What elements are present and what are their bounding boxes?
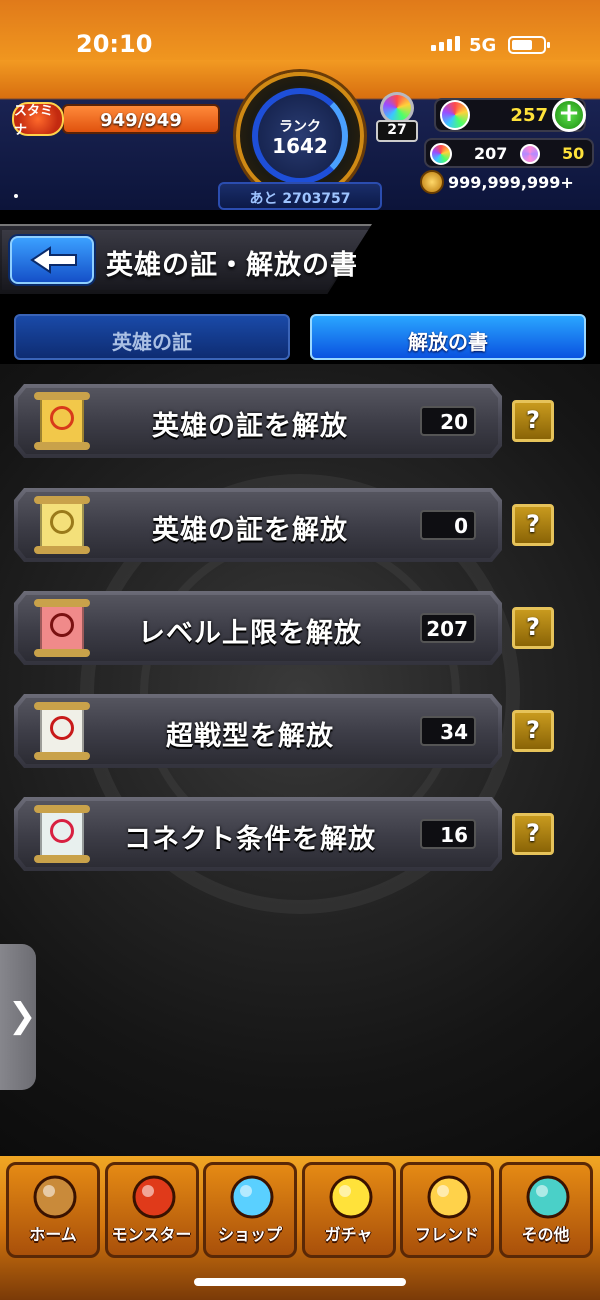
back-arrow-icon: [30, 246, 77, 274]
help-button[interactable]: ?: [512, 813, 554, 855]
other-menu-icon: [520, 1173, 576, 1221]
orb-breakdown: 207 50: [424, 138, 594, 168]
release-book-item[interactable]: コネクト条件を解放 16: [14, 797, 502, 871]
rank-value: 1642: [272, 134, 328, 158]
white-scroll-icon: [34, 700, 94, 762]
gold-scroll-icon: [34, 390, 94, 452]
gold-value: 999,999,999+: [448, 173, 574, 192]
silver-gold-scroll-icon: [34, 494, 94, 556]
orb-stock[interactable]: 27: [374, 90, 422, 142]
nav-item-2[interactable]: ショップ: [203, 1162, 297, 1258]
nav-item-0[interactable]: ホーム: [6, 1162, 100, 1258]
rainbow-orb-icon: [224, 1173, 280, 1221]
status-bar: 20:10 5G: [0, 0, 600, 60]
back-button[interactable]: [10, 236, 94, 284]
game-header: 949/949 スタミナ ランク 1642 あと 2703757 27 257 …: [0, 60, 600, 210]
nav-item-4[interactable]: フレンド: [400, 1162, 494, 1258]
special-orb-icon: [520, 144, 540, 164]
nav-label: その他: [521, 1225, 570, 1244]
stamina-meter: 949/949 スタミナ: [12, 100, 220, 140]
nav-label: ショップ: [217, 1225, 282, 1244]
item-count: 16: [420, 819, 476, 849]
item-count: 34: [420, 716, 476, 746]
home-indicator[interactable]: [194, 1278, 406, 1286]
gold-coin-icon: [420, 170, 444, 194]
connect-scroll-icon: [34, 803, 94, 865]
friends-icon: [421, 1173, 477, 1221]
help-button[interactable]: ?: [512, 710, 554, 752]
item-label: レベル上限を解放: [138, 618, 362, 649]
item-count: 207: [420, 613, 476, 643]
rank-progress-ring: ランク 1642: [252, 88, 348, 184]
gold-counter: 999,999,999+: [420, 170, 596, 196]
release-book-item[interactable]: 超戦型を解放 34: [14, 694, 502, 768]
decorative-dot: [14, 194, 18, 198]
stamina-icon: スタミナ: [12, 102, 64, 138]
nav-label: フレンド: [414, 1225, 479, 1244]
monster-icon: [126, 1173, 182, 1221]
item-label: 英雄の証を解放: [152, 411, 348, 442]
item-count: 20: [420, 406, 476, 436]
side-drawer-tab[interactable]: ❯: [0, 944, 37, 1090]
item-label: 英雄の証を解放: [152, 515, 348, 546]
orb-counter: 257 +: [434, 98, 586, 132]
battery-icon: [508, 36, 550, 54]
release-book-item[interactable]: レベル上限を解放 207: [14, 591, 502, 665]
red-scroll-icon: [34, 597, 94, 659]
orb-icon: [440, 100, 470, 130]
page-title: 英雄の証・解放の書: [106, 250, 358, 281]
item-label: コネクト条件を解放: [124, 824, 376, 855]
orb-count: 257: [510, 105, 548, 126]
chevron-right-icon: ❯: [8, 996, 37, 1036]
signal-icon: [431, 36, 460, 51]
status-time: 20:10: [76, 30, 153, 58]
release-book-item[interactable]: 英雄の証を解放 20: [14, 384, 502, 458]
orb-stock-count: 27: [376, 120, 418, 142]
nav-label: モンスター: [111, 1225, 192, 1244]
add-orbs-button[interactable]: +: [552, 98, 586, 132]
help-button[interactable]: ?: [512, 504, 554, 546]
tab-release-book[interactable]: 解放の書: [310, 314, 586, 360]
free-orb-icon: [430, 143, 452, 165]
nav-item-5[interactable]: その他: [498, 1162, 593, 1258]
nav-label: ガチャ: [324, 1225, 373, 1244]
item-count: 0: [420, 510, 476, 540]
home-gate-icon: [27, 1173, 83, 1221]
help-button[interactable]: ?: [512, 607, 554, 649]
nav-label: ホーム: [29, 1225, 77, 1244]
network-label: 5G: [469, 35, 497, 56]
nav-item-1[interactable]: モンスター: [104, 1162, 199, 1258]
gacha-egg-icon: [323, 1173, 379, 1221]
rank-next-exp: あと 2703757: [218, 182, 382, 210]
release-book-item[interactable]: 英雄の証を解放 0: [14, 488, 502, 562]
rank-label: ランク: [279, 119, 321, 135]
rank-badge[interactable]: ランク 1642: [236, 72, 364, 200]
item-label: 超戦型を解放: [166, 721, 334, 752]
tab-hero-proof[interactable]: 英雄の証: [14, 314, 290, 360]
stamina-value: 949/949: [100, 110, 182, 131]
special-orb-count: 50: [562, 144, 585, 163]
nav-item-3[interactable]: ガチャ: [301, 1162, 396, 1258]
free-orb-count: 207: [474, 144, 508, 163]
help-button[interactable]: ?: [512, 400, 554, 442]
